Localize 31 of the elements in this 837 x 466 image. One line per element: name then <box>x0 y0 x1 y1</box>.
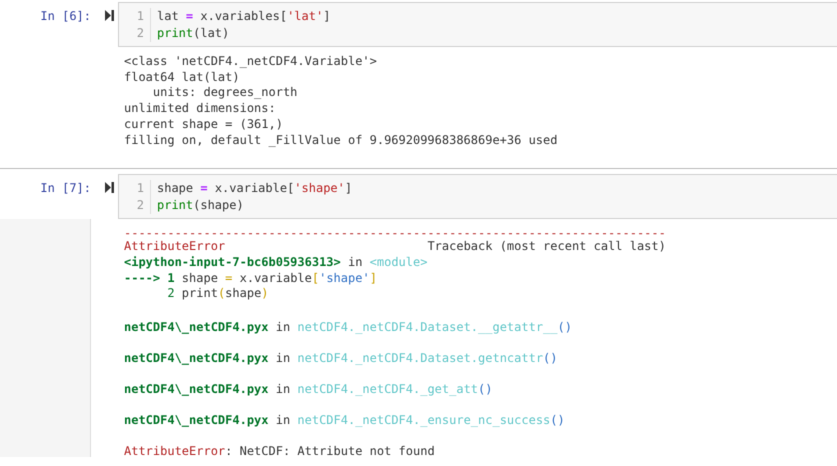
code-line: print(shape) <box>157 197 245 214</box>
traceback-line: netCDF4\_netCDF4.pyx in netCDF4._netCDF4.Dataset.getncattr() <box>124 352 558 364</box>
traceback-line: <ipython-input-7-bc6b05936313> in <module> <box>124 254 428 271</box>
output-line: current shape = (361,) <box>124 116 284 133</box>
line-number: 1 <box>136 180 144 198</box>
code-input-area[interactable]: 1 2 lat = x.variables['lat'] print(lat) <box>118 2 837 47</box>
traceback-line: AttributeError Traceback (most recent call last) <box>124 239 667 255</box>
code-line: print(lat) <box>157 25 230 42</box>
traceback-line: ----> 1 shape = x.variable['shape'] <box>124 270 378 286</box>
code-line: shape = x.variable['shape'] <box>157 180 354 198</box>
output-line: float64 lat(lat) <box>124 70 241 86</box>
code-input-area[interactable]: 1 2 shape = x.variable['shape'] print(shape) <box>118 174 837 220</box>
line-number: 1 <box>136 8 144 25</box>
output-line: units: degrees_north <box>152 85 298 102</box>
output-line: filling on, default _FillValue of 9.969209968386869e+36 used <box>124 132 558 148</box>
output-line: unlimited dimensions: <box>124 101 277 117</box>
traceback-line: netCDF4\_netCDF4.pyx in netCDF4._netCDF4._ensure_nc_success() <box>124 414 566 426</box>
line-number: 2 <box>136 197 144 214</box>
code-line: lat = x.variables['lat'] <box>157 8 332 25</box>
notebook-cell[interactable] <box>0 168 837 458</box>
cell-prompt: In [6]: <box>40 8 91 24</box>
run-icon[interactable] <box>105 182 114 194</box>
line-number: 2 <box>136 25 144 42</box>
traceback-line: netCDF4\_netCDF4.pyx in netCDF4._netCDF4.Dataset.__getattr__() <box>124 321 573 334</box>
output-line: <class 'netCDF4._netCDF4.Variable'> <box>124 54 378 70</box>
cell-prompt: In [7]: <box>40 180 91 196</box>
traceback-line: netCDF4\_netCDF4.pyx in netCDF4._netCDF4._get_att() <box>124 383 494 396</box>
run-icon[interactable] <box>105 10 114 21</box>
traceback-line: 2 print(shape) <box>166 286 270 302</box>
traceback-line: --------------------------------------------------------------------------- <box>124 227 667 240</box>
traceback-line: AttributeError: NetCDF: Attribute not found <box>124 445 436 458</box>
